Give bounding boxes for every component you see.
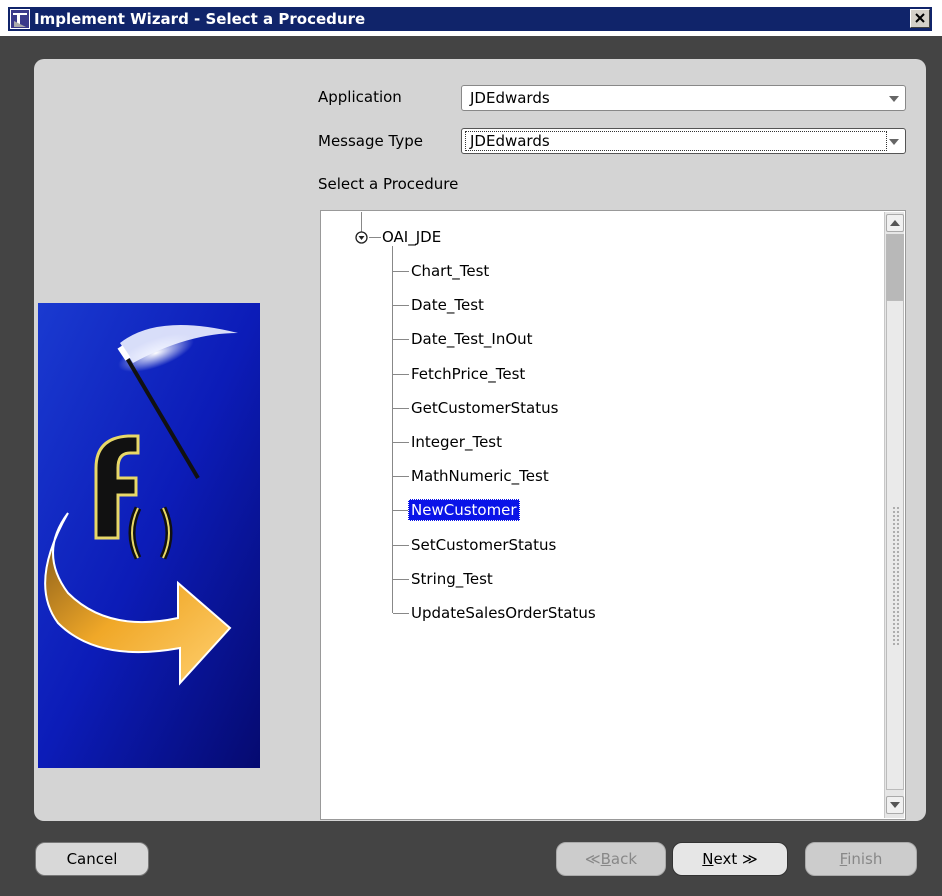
next-button[interactable]: Next ≫ bbox=[672, 842, 788, 876]
tree-item-chart-test[interactable]: Chart_Test bbox=[411, 261, 489, 281]
title-bar[interactable]: Implement Wizard - Select a Procedure bbox=[8, 7, 932, 31]
back-arrow-icon: ≪ bbox=[584, 850, 601, 868]
wizard-window: Implement Wizard - Select a Procedure Ap… bbox=[0, 0, 942, 896]
tree-connector bbox=[361, 212, 362, 232]
next-label: ext bbox=[713, 850, 738, 868]
tree-item-integer-test[interactable]: Integer_Test bbox=[411, 432, 502, 452]
scroll-down-button[interactable] bbox=[886, 796, 904, 814]
application-value: JDEdwards bbox=[470, 89, 550, 107]
cancel-label: Cancel bbox=[66, 850, 118, 868]
message-type-select[interactable]: JDEdwards bbox=[461, 128, 906, 154]
finish-button[interactable]: Finish bbox=[805, 842, 917, 876]
next-arrow-icon: ≫ bbox=[742, 850, 758, 868]
close-button[interactable] bbox=[910, 9, 930, 28]
app-icon bbox=[10, 9, 30, 29]
tree-connector bbox=[393, 613, 409, 614]
chevron-down-icon bbox=[889, 96, 899, 102]
back-mnemonic: B bbox=[600, 850, 611, 868]
function-wizard-icon bbox=[38, 303, 260, 768]
close-icon bbox=[915, 13, 925, 23]
title-bar-frame: Implement Wizard - Select a Procedure bbox=[0, 0, 942, 36]
arrow-up-icon bbox=[890, 220, 900, 226]
next-mnemonic: N bbox=[702, 850, 714, 868]
application-select[interactable]: JDEdwards bbox=[461, 85, 906, 111]
tree-connector bbox=[393, 476, 409, 477]
tree-connector bbox=[393, 408, 409, 409]
message-type-value: JDEdwards bbox=[470, 132, 550, 150]
cancel-button[interactable]: Cancel bbox=[35, 842, 149, 876]
scroll-thumb[interactable] bbox=[886, 300, 904, 790]
tree-connector bbox=[392, 246, 393, 613]
tree-item-date-test-inout[interactable]: Date_Test_InOut bbox=[411, 329, 533, 349]
tree-root-oai-jde[interactable]: OAI_JDE bbox=[382, 227, 441, 247]
tree-item-fetchprice-test[interactable]: FetchPrice_Test bbox=[411, 364, 525, 384]
back-label: ack bbox=[610, 850, 638, 868]
tree-item-mathnumeric-test[interactable]: MathNumeric_Test bbox=[411, 466, 549, 486]
select-procedure-label: Select a Procedure bbox=[318, 175, 459, 193]
collapse-icon[interactable] bbox=[355, 231, 368, 244]
arrow-down-icon bbox=[890, 802, 900, 808]
message-type-label: Message Type bbox=[318, 132, 423, 150]
tree-connector bbox=[393, 339, 409, 340]
tree-connector bbox=[393, 579, 409, 580]
tree-connector bbox=[393, 271, 409, 272]
tree-scrollbar[interactable] bbox=[884, 212, 904, 818]
tree-item-newcustomer[interactable]: NewCustomer bbox=[408, 499, 520, 521]
tree-item-string-test[interactable]: String_Test bbox=[411, 569, 493, 589]
tree-item-updatesalesorderstatus[interactable]: UpdateSalesOrderStatus bbox=[411, 603, 596, 623]
tree-item-setcustomerstatus[interactable]: SetCustomerStatus bbox=[411, 535, 556, 555]
scroll-up-button[interactable] bbox=[886, 214, 904, 232]
tree-connector bbox=[393, 442, 409, 443]
application-label: Application bbox=[318, 88, 402, 106]
back-button[interactable]: ≪Back bbox=[556, 842, 666, 876]
tree-connector bbox=[393, 305, 409, 306]
tree-item-getcustomerstatus[interactable]: GetCustomerStatus bbox=[411, 398, 558, 418]
tree-connector bbox=[393, 510, 409, 511]
grip-icon bbox=[892, 506, 900, 646]
window-title: Implement Wizard - Select a Procedure bbox=[34, 10, 366, 28]
scroll-track[interactable] bbox=[886, 234, 904, 300]
finish-label: inish bbox=[847, 850, 883, 868]
tree-connector bbox=[393, 545, 409, 546]
tree-item-date-test[interactable]: Date_Test bbox=[411, 295, 484, 315]
chevron-down-icon bbox=[889, 139, 899, 145]
tree-connector bbox=[369, 237, 381, 238]
tree-connector bbox=[393, 374, 409, 375]
